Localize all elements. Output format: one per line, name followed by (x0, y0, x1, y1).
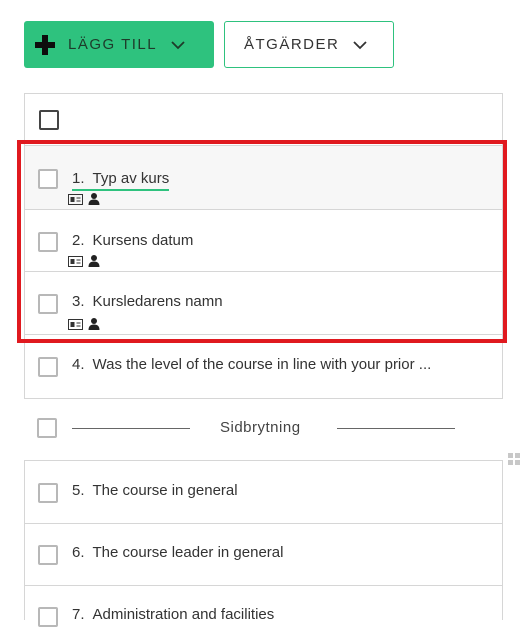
page-break-row[interactable]: Sidbrytning (24, 410, 503, 446)
question-group-1: 1. Typ av kurs 2. Kursens datum 3. Kursl… (24, 93, 503, 399)
question-title[interactable]: 4. Was the level of the course in line wi… (72, 356, 500, 373)
question-row[interactable]: 1. Typ av kurs (25, 146, 502, 210)
question-group-2: 5. The course in general 6. The course lea… (24, 460, 503, 627)
actions-button[interactable]: ÅTGÄRDER (224, 21, 394, 68)
question-icons (68, 255, 100, 267)
divider (72, 428, 190, 429)
question-checkbox[interactable] (38, 294, 58, 314)
question-title[interactable]: 1. Typ av kurs (72, 170, 170, 191)
page-break-checkbox[interactable] (37, 418, 57, 438)
question-title[interactable]: 7. Administration and facilities (72, 606, 274, 623)
question-checkbox[interactable] (38, 483, 58, 503)
question-row[interactable]: 2. Kursens datum (25, 210, 502, 272)
question-row[interactable]: 6. The course leader in general (25, 524, 502, 586)
person-icon (88, 255, 100, 267)
divider (337, 428, 455, 429)
toolbar: LÄGG TILL ÅTGÄRDER (24, 21, 394, 68)
add-button-label: LÄGG TILL (68, 36, 158, 53)
actions-button-label: ÅTGÄRDER (244, 36, 340, 53)
person-icon (88, 318, 100, 330)
add-button[interactable]: LÄGG TILL (24, 21, 214, 68)
question-checkbox[interactable] (38, 607, 58, 627)
question-checkbox[interactable] (38, 545, 58, 565)
question-title[interactable]: 6. The course leader in general (72, 544, 283, 561)
select-all-checkbox[interactable] (39, 110, 59, 130)
page-break-label: Sidbrytning (220, 419, 301, 436)
id-card-icon (68, 193, 83, 205)
plus-icon (35, 34, 55, 55)
question-icons (68, 193, 100, 205)
id-card-icon (68, 255, 83, 267)
question-checkbox[interactable] (38, 169, 58, 189)
question-icons (68, 318, 100, 330)
question-row[interactable]: 7. Administration and facilities (25, 586, 502, 627)
drag-handle-icon[interactable] (507, 452, 521, 470)
question-checkbox[interactable] (38, 232, 58, 252)
id-card-icon (68, 318, 83, 330)
select-all-row (25, 94, 502, 146)
chevron-down-icon (171, 40, 185, 49)
question-title[interactable]: 3. Kursledarens namn (72, 293, 223, 310)
question-row[interactable]: 3. Kursledarens namn (25, 272, 502, 335)
question-row[interactable]: 5. The course in general (25, 461, 502, 524)
question-title[interactable]: 2. Kursens datum (72, 232, 193, 249)
question-title[interactable]: 5. The course in general (72, 482, 238, 499)
person-icon (88, 193, 100, 205)
chevron-down-icon (353, 40, 367, 49)
question-checkbox[interactable] (38, 357, 58, 377)
question-row[interactable]: 4. Was the level of the course in line wi… (25, 335, 502, 398)
